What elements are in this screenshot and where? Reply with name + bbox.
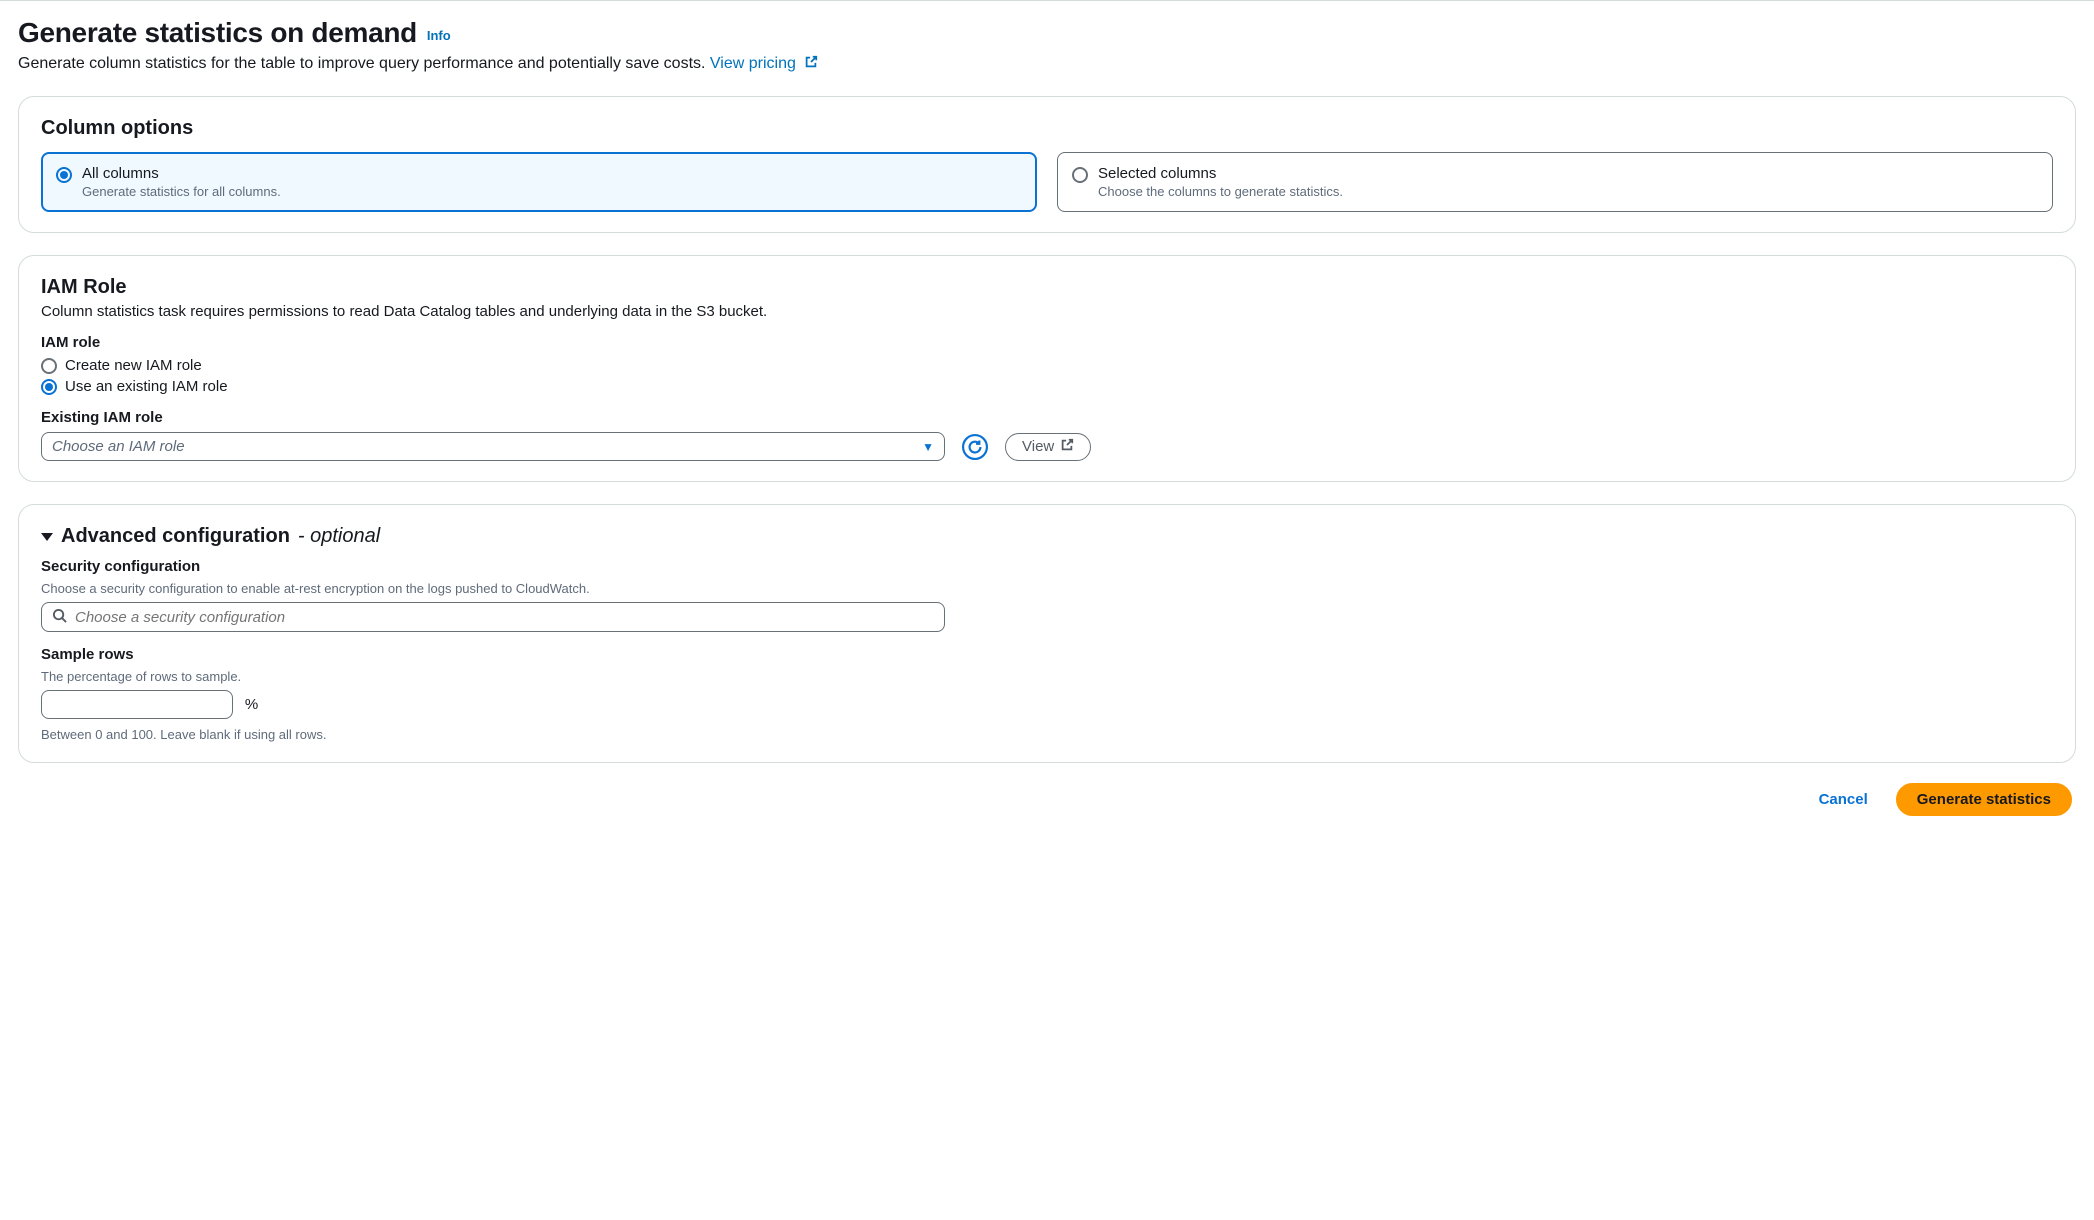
- create-new-iam-label: Create new IAM role: [65, 357, 202, 374]
- security-config-select[interactable]: [41, 602, 945, 632]
- external-link-icon: [1060, 438, 1074, 456]
- column-options-radio-group: All columns Generate statistics for all …: [41, 152, 2053, 212]
- selected-columns-desc: Choose the columns to generate statistic…: [1098, 184, 1343, 199]
- advanced-config-panel: Advanced configuration - optional Securi…: [18, 504, 2076, 763]
- advanced-config-title: Advanced configuration: [61, 525, 290, 548]
- sample-rows-desc: The percentage of rows to sample.: [41, 669, 2053, 684]
- security-config-desc: Choose a security configuration to enabl…: [41, 581, 2053, 596]
- refresh-icon: [962, 434, 988, 460]
- search-icon: [52, 608, 67, 626]
- page-desc-text: Generate column statistics for the table…: [18, 55, 705, 72]
- percent-unit: %: [245, 696, 258, 713]
- generate-statistics-button[interactable]: Generate statistics: [1896, 783, 2072, 816]
- sample-rows-hint: Between 0 and 100. Leave blank if using …: [41, 727, 2053, 742]
- radio-icon: [56, 167, 72, 183]
- info-link[interactable]: Info: [427, 28, 451, 43]
- refresh-button[interactable]: [961, 433, 989, 461]
- view-button-label: View: [1022, 438, 1054, 455]
- column-options-title: Column options: [41, 117, 2053, 140]
- security-config-label: Security configuration: [41, 558, 2053, 575]
- external-link-icon: [804, 55, 818, 74]
- iam-role-panel: IAM Role Column statistics task requires…: [18, 255, 2076, 482]
- sample-rows-input[interactable]: [41, 690, 233, 719]
- page-title: Generate statistics on demand: [18, 17, 417, 48]
- iam-role-placeholder: Choose an IAM role: [52, 438, 185, 455]
- radio-icon: [1072, 167, 1088, 183]
- action-bar: Cancel Generate statistics: [18, 783, 2076, 816]
- advanced-config-optional: - optional: [298, 525, 380, 548]
- iam-role-title: IAM Role: [41, 276, 2053, 299]
- view-pricing-link[interactable]: View pricing: [710, 55, 818, 72]
- caret-down-icon: ▼: [922, 440, 934, 454]
- view-button[interactable]: View: [1005, 433, 1091, 461]
- all-columns-desc: Generate statistics for all columns.: [82, 184, 281, 199]
- cancel-button[interactable]: Cancel: [1807, 783, 1880, 816]
- column-options-panel: Column options All columns Generate stat…: [18, 96, 2076, 233]
- use-existing-iam-label: Use an existing IAM role: [65, 378, 228, 395]
- iam-role-field-label: IAM role: [41, 334, 2053, 351]
- sample-rows-label: Sample rows: [41, 646, 2053, 663]
- page-description: Generate column statistics for the table…: [18, 55, 2076, 74]
- all-columns-label: All columns: [82, 165, 281, 182]
- pricing-link-text: View pricing: [710, 55, 796, 72]
- use-existing-iam-role-option[interactable]: Use an existing IAM role: [41, 378, 2053, 395]
- all-columns-option[interactable]: All columns Generate statistics for all …: [41, 152, 1037, 212]
- caret-down-icon: [41, 533, 53, 541]
- advanced-config-toggle[interactable]: Advanced configuration - optional: [41, 525, 2053, 548]
- selected-columns-label: Selected columns: [1098, 165, 1343, 182]
- page-header: Generate statistics on demand Info Gener…: [18, 17, 2076, 74]
- create-new-iam-role-option[interactable]: Create new IAM role: [41, 357, 2053, 374]
- iam-role-desc: Column statistics task requires permissi…: [41, 303, 2053, 320]
- existing-iam-role-label: Existing IAM role: [41, 409, 2053, 426]
- security-config-input[interactable]: [75, 609, 934, 626]
- iam-role-select-row: Choose an IAM role ▼ View: [41, 432, 2053, 461]
- iam-role-select[interactable]: Choose an IAM role ▼: [41, 432, 945, 461]
- selected-columns-option[interactable]: Selected columns Choose the columns to g…: [1057, 152, 2053, 212]
- radio-icon: [41, 358, 57, 374]
- radio-icon: [41, 379, 57, 395]
